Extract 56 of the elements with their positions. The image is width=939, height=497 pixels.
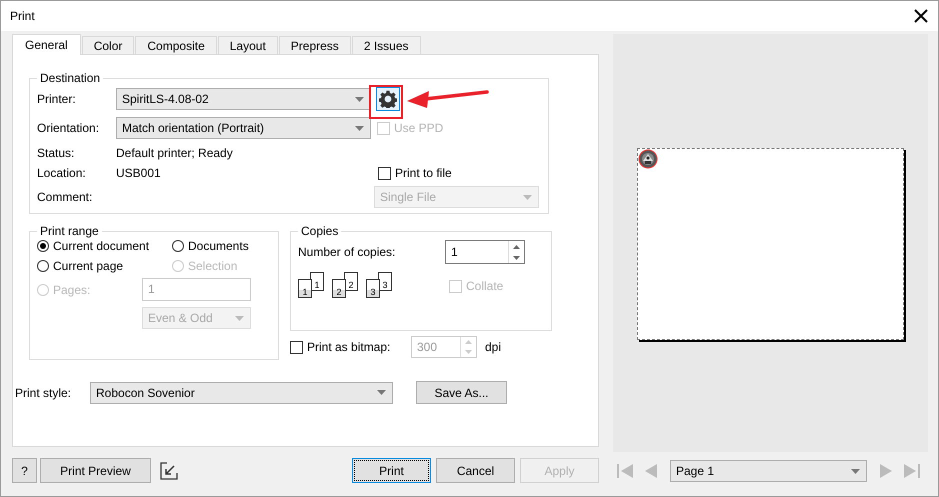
print-preview-button[interactable]: Print Preview xyxy=(40,458,151,483)
radio-label: Selection xyxy=(188,259,238,273)
caret-icon xyxy=(355,96,364,102)
field-label: Orientation: xyxy=(37,121,100,135)
radio-button[interactable] xyxy=(37,260,49,272)
orientation-dropdown[interactable]: Match orientation (Portrait) xyxy=(116,117,371,139)
window-title: Print xyxy=(10,9,35,23)
radio-label: Documents xyxy=(188,239,249,253)
group-title: Destination xyxy=(39,71,102,85)
radio-label: Current page xyxy=(53,259,124,273)
caret-icon xyxy=(355,126,364,130)
radio-label: Current document xyxy=(53,239,150,253)
group-title: Print range xyxy=(39,224,100,238)
checkbox-label: Collate xyxy=(466,279,504,293)
caret-icon xyxy=(851,468,860,474)
page-dropdown[interactable]: Page 1 xyxy=(670,460,867,482)
caret-icon xyxy=(235,316,244,320)
field-label: Location: xyxy=(37,166,87,180)
printer-dropdown[interactable]: SpiritLS-4.08-02 xyxy=(116,88,371,110)
tab[interactable]: 2 Issues xyxy=(352,36,421,54)
group-title: Copies xyxy=(300,224,340,238)
save-as-button[interactable]: Save As... xyxy=(416,381,507,404)
tab[interactable]: Color xyxy=(82,36,134,54)
caret-icon xyxy=(377,390,386,395)
settings-icon xyxy=(379,90,397,108)
radio-label: Pages: xyxy=(53,283,90,297)
field-label: Comment: xyxy=(37,190,94,204)
collate-pages-drawing: 1 1 2 2 3 3 xyxy=(298,272,443,300)
checkbox-label: Print as bitmap: xyxy=(307,340,390,354)
close-icon[interactable] xyxy=(914,9,928,23)
caret-icon xyxy=(523,194,532,200)
checkbox-label: Use PPD xyxy=(394,121,444,135)
field-label: Print style: xyxy=(15,386,72,400)
copies-spinner[interactable]: 1 xyxy=(445,240,525,264)
radio-button[interactable] xyxy=(172,240,184,252)
print-button[interactable]: Print xyxy=(352,458,431,483)
radio-button[interactable] xyxy=(37,240,49,252)
field-value: USB001 xyxy=(116,166,162,180)
checkbox[interactable] xyxy=(378,166,391,180)
printer-settings-button[interactable] xyxy=(376,87,400,111)
field-label: Printer: xyxy=(37,92,77,106)
tab[interactable]: Composite xyxy=(135,36,217,54)
dialog-button[interactable]: Cancel xyxy=(436,458,515,483)
tab[interactable]: General xyxy=(12,34,81,55)
tab[interactable]: Layout xyxy=(218,36,278,54)
field-label: Number of copies: xyxy=(298,245,396,259)
tab[interactable]: Prepress xyxy=(278,36,351,54)
unit-label: dpi xyxy=(485,340,502,354)
help-button[interactable]: ? xyxy=(12,458,37,483)
highlight-frame xyxy=(369,85,403,119)
field-label: Status: xyxy=(37,146,76,160)
checkbox-label: Print to file xyxy=(395,166,452,180)
field-value: Default printer; Ready xyxy=(116,146,233,160)
print-style-dropdown[interactable]: Robocon Sovenior xyxy=(90,382,393,404)
checkbox[interactable] xyxy=(290,340,303,354)
collapse-icon[interactable] xyxy=(160,462,178,480)
